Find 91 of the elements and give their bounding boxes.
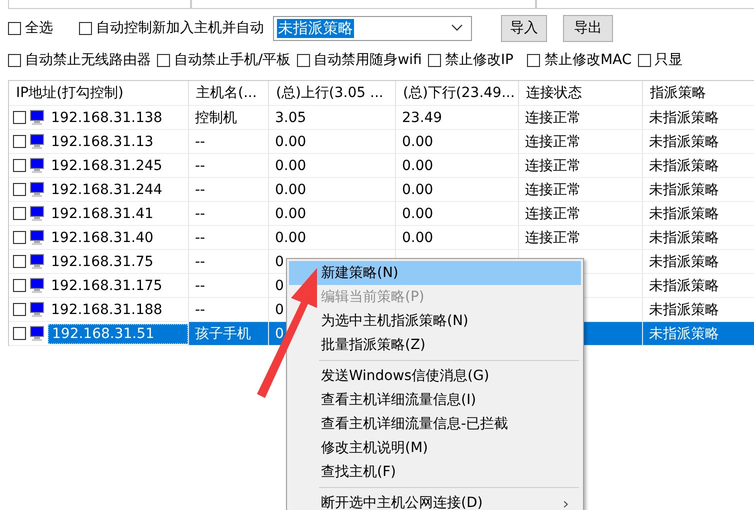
menu-item[interactable]: 查看主机详细流量信息-已拦截 [289, 412, 581, 436]
table-cell: 连接正常 [519, 106, 643, 130]
table-cell: 0.00 [269, 202, 396, 226]
table-cell: -- [189, 250, 269, 274]
menu-item[interactable]: 发送Windows信使消息(G) [289, 364, 581, 388]
row-checkbox[interactable] [13, 327, 26, 340]
table-cell: 孩子手机 [189, 322, 269, 346]
monitor-icon [30, 110, 44, 125]
table-cell: 连接正常 [519, 202, 643, 226]
table-cell: 0.00 [396, 130, 519, 154]
monitor-icon [30, 182, 44, 197]
option-checkbox[interactable]: 自动禁止手机/平板 [157, 51, 291, 69]
table-cell: 未指派策略 [643, 274, 754, 298]
column-header[interactable]: 指派策略 [643, 81, 754, 106]
table-cell: 未指派策略 [643, 130, 754, 154]
monitor-icon [30, 302, 44, 317]
menu-item[interactable]: 断开选中主机公网连接(D) › [289, 491, 581, 510]
menu-item[interactable]: 查找主机(F) [289, 460, 581, 484]
table-cell: 连接正常 [519, 154, 643, 178]
option-checkbox[interactable]: 禁止修改MAC [527, 51, 632, 69]
row-checkbox[interactable] [13, 255, 26, 268]
menu-item[interactable]: 查看主机详细流量信息(I) [289, 388, 581, 412]
row-checkbox[interactable] [13, 303, 26, 316]
table-cell: 未指派策略 [643, 322, 754, 346]
row-checkbox[interactable] [13, 111, 26, 124]
policy-dropdown[interactable]: 未指派策略 [273, 16, 472, 40]
monitor-icon [30, 230, 44, 245]
row-checkbox[interactable] [13, 183, 26, 196]
table-cell: 控制机 [189, 106, 269, 130]
table-cell: 未指派策略 [643, 226, 754, 250]
table-cell: 连接正常 [519, 226, 643, 250]
row-checkbox[interactable] [13, 159, 26, 172]
option-checkbox[interactable]: 只显 [638, 51, 683, 69]
option-checkbox[interactable]: 自动禁用随身wifi [296, 51, 422, 69]
chevron-down-icon [451, 24, 463, 32]
table-cell: 3.05 [269, 106, 396, 130]
table-cell: 23.49 [396, 106, 519, 130]
menu-item[interactable]: 新建策略(N) [289, 261, 581, 285]
table-cell: -- [189, 274, 269, 298]
table-cell: -- [189, 154, 269, 178]
option-checkbox[interactable]: 禁止修改IP [428, 51, 514, 69]
toolbar-button[interactable]: 导入 [501, 14, 547, 42]
toolbar-button[interactable]: 导出 [563, 14, 613, 42]
table-cell: -- [189, 226, 269, 250]
monitor-icon [30, 206, 44, 221]
select-all-checkbox[interactable]: 全选 [8, 19, 72, 37]
table-cell: 连接正常 [519, 130, 643, 154]
table-cell: -- [189, 178, 269, 202]
ip-address: 192.168.31.188 [50, 300, 164, 318]
table-cell: 未指派策略 [643, 106, 754, 130]
ip-address: 192.168.31.245 [50, 156, 164, 174]
ip-address: 192.168.31.244 [50, 180, 164, 198]
table-cell: 0.00 [269, 154, 396, 178]
table-cell: 连接正常 [519, 178, 643, 202]
column-header[interactable]: IP地址(打勾控制) [9, 81, 189, 106]
table-cell: 0.00 [396, 226, 519, 250]
monitor-icon [30, 254, 44, 269]
row-checkbox[interactable] [13, 207, 26, 220]
table-cell: 0.00 [269, 130, 396, 154]
ip-address: 192.168.31.175 [50, 276, 164, 294]
row-checkbox[interactable] [13, 231, 26, 244]
table-cell: -- [189, 130, 269, 154]
monitor-icon [30, 326, 44, 341]
ip-address: 192.168.31.13 [50, 132, 154, 150]
ip-address: 192.168.31.138 [50, 108, 164, 126]
table-cell: -- [189, 202, 269, 226]
option-checkbox[interactable]: 自动禁止无线路由器 [8, 51, 151, 69]
table-cell: 未指派策略 [643, 154, 754, 178]
table-cell: 0.00 [396, 178, 519, 202]
ip-address: 192.168.31.75 [50, 252, 154, 270]
monitor-icon [30, 158, 44, 173]
monitor-icon [30, 134, 44, 149]
ip-address: 192.168.31.51 [48, 324, 188, 344]
table-cell: 0.00 [269, 226, 396, 250]
column-header[interactable]: 主机名(... [189, 81, 269, 106]
table-cell: 未指派策略 [643, 202, 754, 226]
column-header[interactable]: (总)上行(3.05 ... [269, 81, 396, 106]
column-header[interactable]: 连接状态 [519, 81, 643, 106]
table-cell: 未指派策略 [643, 178, 754, 202]
column-header[interactable]: (总)下行(23.49... [396, 81, 519, 106]
auto-control-checkbox[interactable]: 自动控制新加入主机并自动 [79, 19, 274, 37]
ip-address: 192.168.31.41 [50, 204, 154, 222]
row-checkbox[interactable] [13, 279, 26, 292]
monitor-icon [30, 278, 44, 293]
table-cell: 0.00 [396, 202, 519, 226]
row-checkbox[interactable] [13, 135, 26, 148]
menu-item[interactable]: 修改主机说明(M) [289, 436, 581, 460]
table-cell: 未指派策略 [643, 250, 754, 274]
ip-address: 192.168.31.40 [50, 228, 154, 246]
table-cell: 0.00 [396, 154, 519, 178]
table-cell: 0.00 [269, 178, 396, 202]
